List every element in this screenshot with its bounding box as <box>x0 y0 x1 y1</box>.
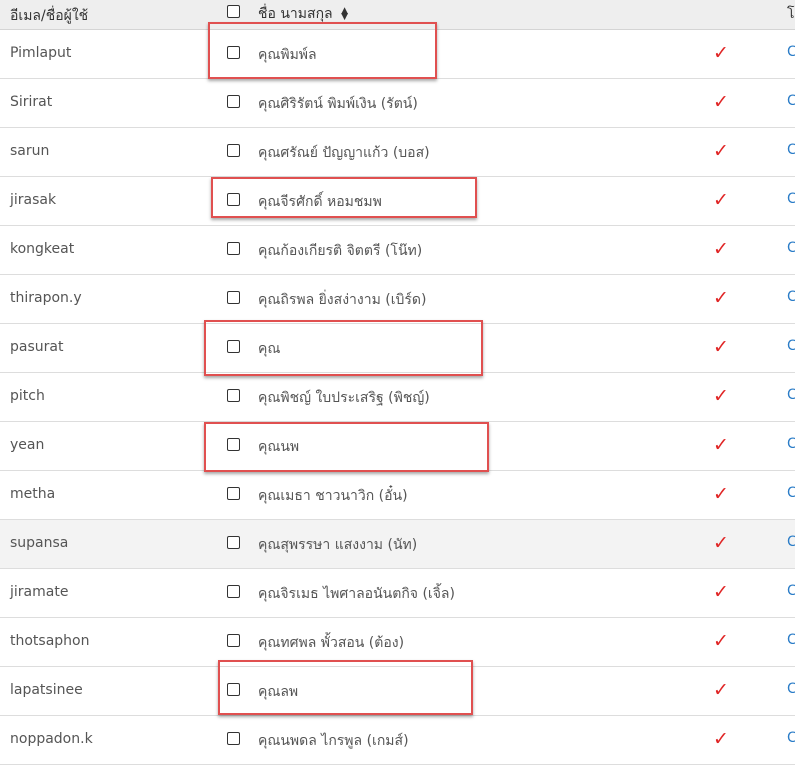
row-fullname: คุณพิมพ์ล <box>258 47 317 63</box>
table-row[interactable]: lapatsinee คุณลพ ✓ C <box>0 667 795 716</box>
row-fullname: คุณนพดล ไกรพูล (เกมส์) <box>258 733 409 749</box>
table-row[interactable]: kongkeat คุณก้องเกียรติ จิตตรี (โน๊ท) ✓ … <box>0 226 795 275</box>
checkmark-icon: ✓ <box>713 483 729 505</box>
checkmark-icon: ✓ <box>713 140 729 162</box>
table-row[interactable]: Sirirat คุณศิริรัตน์ พิมพ์เงิน (รัตน์) ✓… <box>0 79 795 128</box>
row-checkbox[interactable] <box>227 487 240 500</box>
checkmark-icon: ✓ <box>713 728 729 750</box>
row-username: noppadon.k <box>10 731 93 747</box>
checkmark-icon: ✓ <box>713 385 729 407</box>
row-action-link[interactable]: C <box>787 730 795 746</box>
row-checkbox[interactable] <box>227 46 240 59</box>
row-username: yean <box>10 437 45 453</box>
row-checkbox[interactable] <box>227 634 240 647</box>
row-fullname: คุณพิชญ์ ใบประเสริฐ (พิชญ์) <box>258 390 430 406</box>
table-row[interactable]: thotsaphon คุณทศพล พั้วสอน (ต้อง) ✓ C <box>0 618 795 667</box>
row-username: supansa <box>10 535 69 551</box>
row-action-link[interactable]: C <box>787 681 795 697</box>
row-fullname: คุณศรัณย์ ปัญญาแก้ว (บอส) <box>258 145 430 161</box>
row-checkbox[interactable] <box>227 683 240 696</box>
row-checkbox[interactable] <box>227 95 240 108</box>
row-fullname: คุณนพ <box>258 439 300 455</box>
checkmark-icon: ✓ <box>713 581 729 603</box>
row-fullname: คุณเมธา ชาวนาวิก (อั๋น) <box>258 488 408 504</box>
row-action-link[interactable]: C <box>787 534 795 550</box>
row-fullname: คุณก้องเกียรติ จิตตรี (โน๊ท) <box>258 243 423 259</box>
row-action-link[interactable]: C <box>787 93 795 109</box>
row-action-link[interactable]: C <box>787 289 795 305</box>
row-username: lapatsinee <box>10 682 83 698</box>
checkmark-icon: ✓ <box>713 630 729 652</box>
column-header-name-label: ชื่อ นามสกุล <box>258 6 333 22</box>
row-action-link[interactable]: C <box>787 240 795 256</box>
table-row[interactable]: pasurat คุณ ✓ C <box>0 324 795 373</box>
table-row[interactable]: sarun คุณศรัณย์ ปัญญาแก้ว (บอส) ✓ C <box>0 128 795 177</box>
checkmark-icon: ✓ <box>713 287 729 309</box>
row-username: thirapon.y <box>10 290 82 306</box>
checkmark-icon: ✓ <box>713 679 729 701</box>
row-fullname: คุณสุพรรษา แสงงาม (นัท) <box>258 537 418 553</box>
row-action-link[interactable]: C <box>787 436 795 452</box>
row-username: jirasak <box>10 192 57 208</box>
row-username: thotsaphon <box>10 633 90 649</box>
row-fullname: คุณศิริรัตน์ พิมพ์เงิน (รัตน์) <box>258 96 418 112</box>
row-fullname: คุณลพ <box>258 684 299 700</box>
table-row[interactable]: jirasak คุณจีรศักดิ์ หอมชมพ ✓ C <box>0 177 795 226</box>
checkmark-icon: ✓ <box>713 238 729 260</box>
table-row[interactable]: yean คุณนพ ✓ C <box>0 422 795 471</box>
row-fullname: คุณจีรศักดิ์ หอมชมพ <box>258 194 382 210</box>
row-username: pitch <box>10 388 45 404</box>
row-action-link[interactable]: C <box>787 142 795 158</box>
row-checkbox[interactable] <box>227 536 240 549</box>
row-action-link[interactable]: C <box>787 632 795 648</box>
checkmark-icon: ✓ <box>713 91 729 113</box>
row-action-link[interactable]: C <box>787 387 795 403</box>
column-header-extra[interactable]: โ <box>787 3 795 25</box>
table-row[interactable]: pitch คุณพิชญ์ ใบประเสริฐ (พิชญ์) ✓ C <box>0 373 795 422</box>
column-header-user[interactable]: อีเมล/ชื่อผู้ใช้ <box>10 5 88 27</box>
row-fullname: คุณจิรเมธ ไพศาลอนันตกิจ (เจิ้ล) <box>258 586 455 602</box>
row-checkbox[interactable] <box>227 732 240 745</box>
row-checkbox[interactable] <box>227 291 240 304</box>
row-username: Sirirat <box>10 94 53 110</box>
checkmark-icon: ✓ <box>713 336 729 358</box>
table-row-hovered[interactable]: supansa คุณสุพรรษา แสงงาม (นัท) ✓ C <box>0 520 795 569</box>
row-checkbox[interactable] <box>227 193 240 206</box>
row-checkbox[interactable] <box>227 438 240 451</box>
row-username: kongkeat <box>10 241 75 257</box>
row-fullname: คุณ <box>258 341 281 357</box>
row-action-link[interactable]: C <box>787 583 795 599</box>
checkmark-icon: ✓ <box>713 42 729 64</box>
select-all-checkbox[interactable] <box>227 5 240 18</box>
user-table-body: Pimlaput คุณพิมพ์ล ✓ C Sirirat คุณศิริรั… <box>0 30 795 765</box>
checkmark-icon: ✓ <box>713 532 729 554</box>
row-action-link[interactable]: C <box>787 44 795 60</box>
row-username: jiramate <box>10 584 69 600</box>
checkmark-icon: ✓ <box>713 434 729 456</box>
table-row[interactable]: noppadon.k คุณนพดล ไกรพูล (เกมส์) ✓ C <box>0 716 795 765</box>
checkmark-icon: ✓ <box>713 189 729 211</box>
row-fullname: คุณทศพล พั้วสอน (ต้อง) <box>258 635 405 651</box>
table-header: อีเมล/ชื่อผู้ใช้ ชื่อ นามสกุล ▲ ▼ โ <box>0 0 795 30</box>
row-checkbox[interactable] <box>227 585 240 598</box>
table-row[interactable]: jiramate คุณจิรเมธ ไพศาลอนันตกิจ (เจิ้ล)… <box>0 569 795 618</box>
row-username: sarun <box>10 143 50 159</box>
row-action-link[interactable]: C <box>787 191 795 207</box>
row-checkbox[interactable] <box>227 389 240 402</box>
row-checkbox[interactable] <box>227 242 240 255</box>
sort-icon[interactable]: ▲ ▼ <box>341 7 348 22</box>
row-username: pasurat <box>10 339 64 355</box>
table-row[interactable]: Pimlaput คุณพิมพ์ล ✓ C <box>0 30 795 79</box>
row-action-link[interactable]: C <box>787 485 795 501</box>
row-username: metha <box>10 486 56 502</box>
row-username: Pimlaput <box>10 45 72 61</box>
row-checkbox[interactable] <box>227 144 240 157</box>
row-action-link[interactable]: C <box>787 338 795 354</box>
row-checkbox[interactable] <box>227 340 240 353</box>
table-row[interactable]: thirapon.y คุณถิรพล ยิ่งสง่างาม (เบิร์ด)… <box>0 275 795 324</box>
row-fullname: คุณถิรพล ยิ่งสง่างาม (เบิร์ด) <box>258 292 427 308</box>
table-row[interactable]: metha คุณเมธา ชาวนาวิก (อั๋น) ✓ C <box>0 471 795 520</box>
column-header-name[interactable]: ชื่อ นามสกุล ▲ ▼ <box>258 3 348 25</box>
